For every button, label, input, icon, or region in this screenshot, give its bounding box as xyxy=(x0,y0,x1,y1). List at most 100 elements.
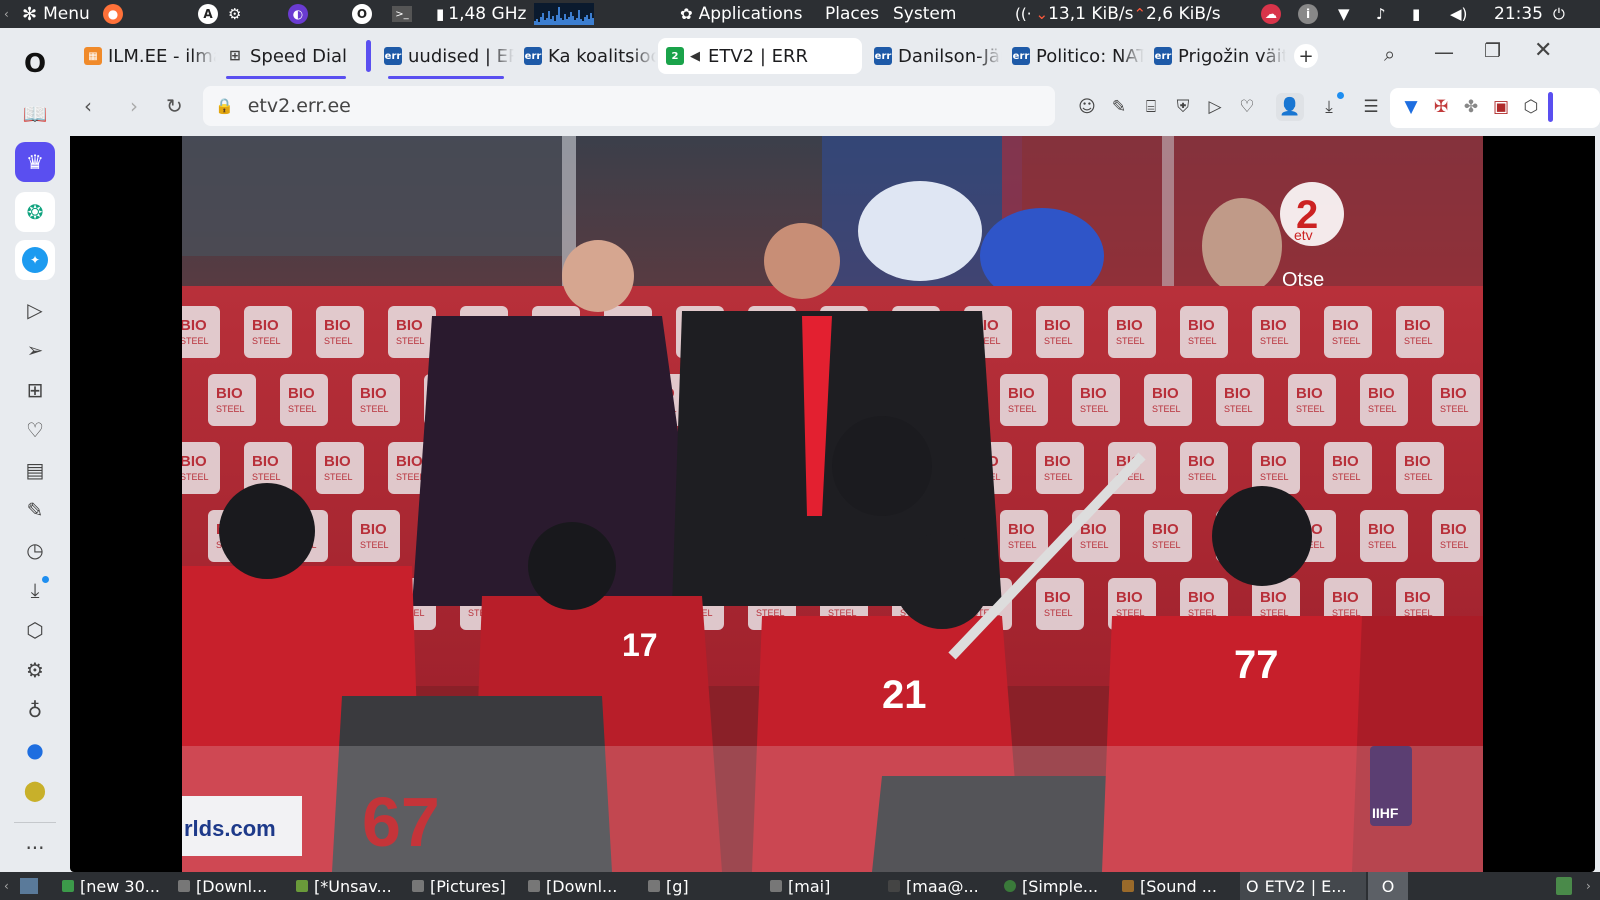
task-downloads-1[interactable]: [Downl... xyxy=(178,872,267,900)
launcher-terminal[interactable]: >_ xyxy=(392,0,412,28)
tab-prigozin[interactable]: err Prigožin väit xyxy=(1146,38,1286,74)
sidebar-settings[interactable]: ⚙ xyxy=(15,650,55,690)
tab-danilson[interactable]: err Danilson-Järg xyxy=(866,38,1002,74)
sidebar-send[interactable]: ➢ xyxy=(15,330,55,370)
power-button[interactable]: ⏻ xyxy=(1553,0,1565,28)
share-button[interactable]: ▷ xyxy=(1204,96,1226,118)
browser-window: O 📖 ♛ ❂ ✦ ▷ ➢ ⊞ ♡ ▤ ✎ ◷ ⤓ ⬡ ⚙ ♁ ● ⬤ ··· … xyxy=(0,28,1600,872)
task-sound[interactable]: [Sound ... xyxy=(1122,872,1217,900)
trash-button[interactable] xyxy=(1556,872,1572,900)
show-desktop-button[interactable] xyxy=(20,872,38,900)
clock[interactable]: 21:35 xyxy=(1494,0,1543,28)
tray-battery[interactable]: ▮ xyxy=(1412,0,1420,28)
sidebar-twitter[interactable]: ✦ xyxy=(15,240,55,280)
audio-playing-icon[interactable]: ◀ xyxy=(690,49,700,64)
back-button[interactable]: ‹ xyxy=(84,94,92,118)
tab-ilm[interactable]: ▦ ILM.EE - ilma xyxy=(76,38,216,74)
tray-volume[interactable]: ◀) xyxy=(1450,0,1467,28)
emoji-button[interactable]: ☺ xyxy=(1076,96,1098,118)
opera-menu-button[interactable]: O xyxy=(15,44,55,84)
url-field[interactable]: 🔒 etv2.err.ee xyxy=(203,86,1055,126)
extension-clipper[interactable]: ▣ xyxy=(1490,96,1512,118)
crowd-left xyxy=(182,136,562,256)
task-g[interactable]: [g] xyxy=(648,872,689,900)
sidebar-tips[interactable]: ♁ xyxy=(15,690,55,730)
minimize-button[interactable]: — xyxy=(1434,40,1454,64)
emoji-icon: ☺ xyxy=(1078,97,1096,117)
task-pictures[interactable]: [Pictures] xyxy=(412,872,506,900)
tray-info[interactable]: i xyxy=(1298,0,1318,28)
sidebar-chatgpt[interactable]: ❂ xyxy=(15,192,55,232)
tab-koalitsioon[interactable]: err Ka koalitsioon xyxy=(516,38,656,74)
sidebar-messenger[interactable]: ● xyxy=(15,730,55,770)
sidebar-player[interactable]: ▷ xyxy=(15,290,55,330)
snapshot-button[interactable]: ⌸ xyxy=(1140,96,1162,118)
launcher-settings[interactable]: ⚙ xyxy=(228,0,241,28)
tray-notifications[interactable]: ♪ xyxy=(1376,0,1386,28)
ad-tile-text: BIO xyxy=(252,453,279,470)
sidebar-more[interactable]: ··· xyxy=(15,828,55,868)
tab-label: Speed Dial xyxy=(250,45,348,67)
sidebar-extensions[interactable]: ⬡ xyxy=(15,610,55,650)
task-opera-2[interactable]: O xyxy=(1368,872,1408,900)
extension-puzzle[interactable]: ✤ xyxy=(1460,96,1482,118)
tab-etv2[interactable]: 2 ◀ ETV2 | ERR xyxy=(658,38,862,74)
bookmark-button[interactable]: ♡ xyxy=(1236,96,1258,118)
heart-outline-icon: ♡ xyxy=(1239,97,1255,117)
launcher-media[interactable]: ◐ xyxy=(288,0,308,28)
places-menu[interactable]: Places xyxy=(825,0,879,28)
sidebar-history[interactable]: ◷ xyxy=(15,530,55,570)
tray-wifi[interactable]: ▼ xyxy=(1338,0,1350,28)
sidebar-downloads[interactable]: ⤓ xyxy=(15,570,55,610)
firefox-launcher[interactable]: ● xyxy=(103,0,123,28)
gears-icon: ⚙ xyxy=(228,5,242,23)
launcher-opera[interactable]: O xyxy=(352,0,372,28)
ad-tile-subtext: STEEL xyxy=(360,404,389,414)
close-button[interactable]: ✕ xyxy=(1534,38,1552,63)
task-new30[interactable]: [new 30... xyxy=(62,872,160,900)
sidebar-editor[interactable]: ✎ xyxy=(15,490,55,530)
new-tab-button[interactable]: + xyxy=(1294,44,1318,68)
panel-left-arrow[interactable]: ‹ xyxy=(4,0,9,28)
ad-tile-subtext: STEEL xyxy=(1368,404,1397,414)
reload-button[interactable]: ↻ xyxy=(166,94,183,118)
taskbar-left-arrow[interactable]: ‹ xyxy=(4,872,9,900)
profile-button[interactable]: 👤 xyxy=(1276,93,1304,121)
sidebar-crown[interactable]: ♛ xyxy=(15,142,55,182)
tab-politico[interactable]: err Politico: NATO xyxy=(1004,38,1144,74)
menu-button[interactable]: ✻ Menu xyxy=(22,0,90,28)
forward-button[interactable]: › xyxy=(130,94,138,118)
extension-box[interactable]: ⬡ xyxy=(1520,96,1542,118)
sidebar-bookmarks[interactable]: ♡ xyxy=(15,410,55,450)
tab-speed-dial[interactable]: ⊞ Speed Dial xyxy=(218,38,358,74)
network-monitor[interactable]: ((· ⌄ 13,1 KiB/s ⌃ 2,6 KiB/s xyxy=(1015,0,1221,28)
task-etv2[interactable]: O ETV2 | E... xyxy=(1240,872,1366,900)
cpu-monitor[interactable]: ▮ 1,48 GHz xyxy=(436,0,595,28)
taskbar-right-arrow[interactable]: › xyxy=(1586,872,1591,900)
sidebar-speed-dial[interactable]: ⊞ xyxy=(15,370,55,410)
downloads-button[interactable]: ⤓ xyxy=(1318,92,1344,118)
sidebar-news[interactable]: ▤ xyxy=(15,450,55,490)
task-unsaved[interactable]: [*Unsav... xyxy=(296,872,392,900)
extension-translate[interactable]: ✠ xyxy=(1430,96,1452,118)
extension-vpn[interactable]: ▼ xyxy=(1400,96,1422,118)
applications-menu[interactable]: ✿ Applications xyxy=(680,0,802,28)
task-mai[interactable]: [mai] xyxy=(770,872,830,900)
edit-page-button[interactable]: ✎ xyxy=(1108,96,1130,118)
task-simple[interactable]: [Simple... xyxy=(1004,872,1098,900)
tray-weather[interactable]: ☁ xyxy=(1261,0,1281,28)
adblock-button[interactable]: ⛨ xyxy=(1172,96,1194,118)
ad-tile-subtext: STEEL xyxy=(182,336,209,346)
task-maa[interactable]: [maa@... xyxy=(888,872,979,900)
tab-search-button[interactable]: ⌕ xyxy=(1384,42,1395,66)
tab-uudised[interactable]: err uudised | ERR xyxy=(376,38,514,74)
task-downloads-2[interactable]: [Downl... xyxy=(528,872,617,900)
sidebar-wallet[interactable]: ⬤ xyxy=(15,770,55,810)
easy-setup-button[interactable]: ☰ xyxy=(1360,96,1382,118)
maximize-button[interactable]: ❐ xyxy=(1484,40,1501,62)
video-player[interactable]: BIO STEEL BIO STEEL BIO STEEL BIO STEEL BIO STEEL… xyxy=(182,136,1483,872)
launcher-a[interactable]: A xyxy=(198,0,218,28)
system-menu[interactable]: System xyxy=(893,0,956,28)
sidebar-reading-list[interactable]: 📖 xyxy=(15,94,55,134)
chat-bubble-icon: ● xyxy=(26,738,44,762)
